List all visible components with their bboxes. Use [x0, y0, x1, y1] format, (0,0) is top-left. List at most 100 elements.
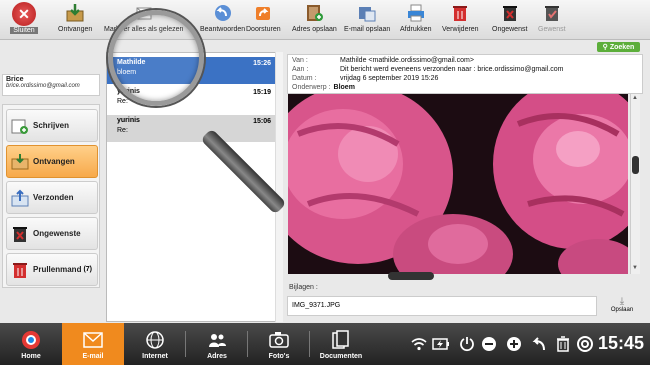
search-label: Zoeken: [609, 43, 635, 51]
message-time: 15:26: [253, 60, 271, 67]
folder-panel: Schrijven Ontvangen Verzonden Ongewenste…: [2, 104, 100, 288]
date-value: vrijdag 6 september 2019 15:26: [340, 75, 439, 82]
clock: 15:45: [598, 333, 645, 353]
scroll-thumb[interactable]: [632, 156, 639, 174]
save-address-button[interactable]: Adres opslaan: [292, 2, 337, 38]
account-box: Brice brice.ordissimo@gmail.com: [2, 74, 100, 96]
photo-vertical-scrollbar[interactable]: ▲ ▼: [630, 94, 640, 274]
folder-junk[interactable]: Ongewenste: [6, 217, 98, 250]
documents-icon: [330, 329, 352, 351]
envelope-icon: [82, 329, 104, 351]
scroll-down-icon[interactable]: ▼: [632, 265, 638, 271]
message-item[interactable]: yurinis 15:06 Re:: [107, 115, 275, 142]
close-icon: ✕: [12, 2, 36, 26]
main-toolbar: ✕ Sluiten Ontvangen Markeer alles als ge…: [0, 0, 650, 40]
reply-icon: [213, 2, 233, 24]
contacts-icon: [206, 329, 228, 351]
subject-label: Onderwerp :: [292, 84, 331, 91]
taskbar-address[interactable]: Adres: [186, 323, 248, 365]
print-button[interactable]: Afdrukken: [400, 2, 432, 38]
receive-label: Ontvangen: [58, 26, 93, 33]
folder-label: Ontvangen: [33, 157, 75, 166]
reply-button[interactable]: Beantwoorden: [200, 2, 245, 38]
message-time: 15:19: [253, 89, 271, 96]
not-junk-icon: [542, 2, 562, 24]
save-icon: ⤓: [619, 296, 625, 307]
forward-button[interactable]: Doorsturen: [246, 2, 281, 38]
delete-button[interactable]: Verwijderen: [442, 2, 479, 38]
save-attachment-button[interactable]: ⤓ Opslaan: [603, 296, 641, 318]
magnifier-lens: [108, 10, 204, 106]
folder-label: Verzonden: [33, 193, 74, 202]
globe-icon: [144, 329, 166, 351]
save-address-label: Adres opslaan: [292, 26, 337, 33]
from-value: Mathilde <mathilde.ordissimo@gmail.com>: [340, 57, 474, 64]
attachment-item[interactable]: IMG_9371.JPG: [287, 296, 597, 316]
account-name: Brice: [6, 76, 24, 83]
delete-label: Verwijderen: [442, 26, 479, 33]
attachments-label: Bijlagen :: [289, 284, 318, 291]
save-email-label: E-mail opslaan: [344, 26, 391, 33]
save-email-icon: [357, 2, 377, 24]
save-label: Opslaan: [610, 307, 634, 313]
taskbar-internet[interactable]: Internet: [124, 323, 186, 365]
subject-value: Bloem: [333, 84, 355, 91]
from-row: Van : Mathilde <mathilde.ordissimo@gmail…: [292, 56, 638, 65]
email-label: E-mail: [82, 352, 104, 360]
message-list-scrollbar[interactable]: [275, 52, 283, 322]
taskbar-home[interactable]: Home: [0, 323, 62, 365]
photos-label: Foto's: [268, 352, 290, 360]
trash-taskbar-icon[interactable]: [554, 335, 572, 353]
folder-label: Prullenmand: [33, 265, 82, 274]
scroll-up-icon[interactable]: ▲: [632, 95, 638, 101]
back-icon[interactable]: [530, 335, 548, 353]
to-value: Dit bericht werd eveneens verzonden naar…: [340, 66, 564, 73]
trash-bin-icon: [10, 260, 30, 280]
search-icon: ⚲: [602, 44, 608, 51]
message-sender: yurinis: [117, 117, 140, 124]
save-email-button[interactable]: E-mail opslaan: [344, 2, 390, 38]
folder-inbox[interactable]: Ontvangen: [6, 145, 98, 178]
documents-label: Documenten: [319, 352, 363, 360]
close-button[interactable]: ✕ Sluiten: [2, 2, 46, 38]
home-label: Home: [21, 352, 41, 360]
trash-icon: [450, 2, 470, 24]
save-address-icon: [304, 2, 324, 24]
from-label: Van :: [292, 57, 308, 64]
volume-up-icon[interactable]: [505, 335, 523, 353]
taskbar-email[interactable]: E-mail: [62, 323, 124, 365]
inbox-download-icon: [65, 2, 85, 24]
trash-count: (7): [83, 266, 92, 273]
folder-sent[interactable]: Verzonden: [6, 181, 98, 214]
power-icon[interactable]: [458, 335, 476, 353]
to-row: Aan : Dit bericht werd eveneens verzonde…: [292, 65, 638, 74]
photo-horizontal-scroll-thumb[interactable]: [388, 272, 434, 280]
reply-label: Beantwoorden: [200, 26, 246, 33]
attachment-filename: IMG_9371.JPG: [292, 302, 341, 309]
folder-label: Schrijven: [33, 121, 70, 130]
to-label: Aan :: [292, 66, 309, 73]
printer-icon: [406, 2, 426, 24]
not-junk-button[interactable]: Gewenst: [538, 2, 566, 38]
battery-charging-icon[interactable]: [432, 335, 450, 353]
camera-icon: [268, 329, 290, 351]
account-email: brice.ordissimo@gmail.com: [6, 83, 80, 89]
date-row: Datum : vrijdag 6 september 2019 15:26: [292, 74, 638, 83]
close-label: Sluiten: [10, 27, 38, 34]
receive-button[interactable]: Ontvangen: [58, 2, 92, 38]
sent-icon: [10, 188, 30, 208]
help-lifebuoy-icon[interactable]: [576, 335, 594, 353]
taskbar-documents[interactable]: Documenten: [310, 323, 372, 365]
folder-write[interactable]: Schrijven: [6, 109, 98, 142]
internet-label: Internet: [142, 352, 168, 360]
volume-down-icon[interactable]: [480, 335, 498, 353]
inbox-icon: [10, 152, 30, 172]
folder-trash[interactable]: Prullenmand (7): [6, 253, 98, 286]
search-button[interactable]: ⚲ Zoeken: [597, 42, 640, 52]
junk-button[interactable]: Ongewenst: [492, 2, 527, 38]
junk-label: Ongewenst: [492, 26, 528, 33]
address-label: Adres: [207, 352, 227, 360]
wifi-icon[interactable]: [410, 335, 428, 353]
taskbar-photos[interactable]: Foto's: [248, 323, 310, 365]
home-icon: [20, 329, 42, 351]
